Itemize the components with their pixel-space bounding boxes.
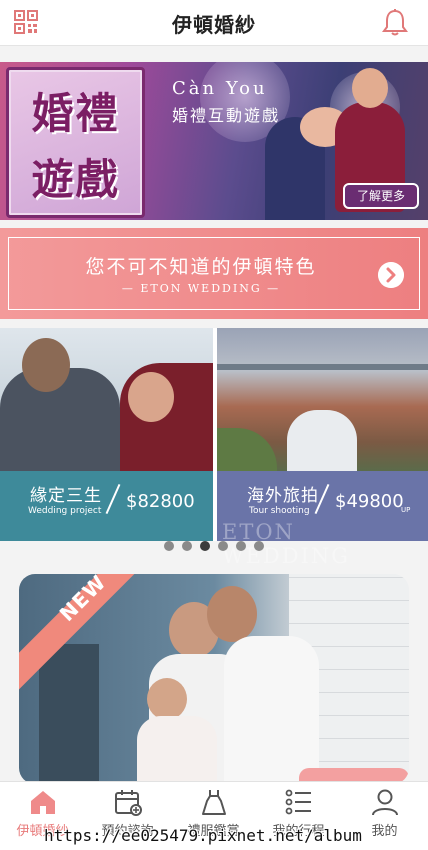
app-screen: 伊頓婚紗 婚禮 遊戲 Càn You 婚禮互動遊戲 了解更多 您不可不知道的伊頓… [0,0,428,850]
price-suffix: UP [401,506,411,514]
top-header: 伊頓婚紗 [0,0,428,46]
hero-subtitle: 婚禮互動遊戲 [172,106,281,125]
feature-banner[interactable]: 您不可不知道的伊頓特色 — ETON WEDDING — [0,228,428,319]
plan-card-wedding[interactable]: 緣定三生 Wedding project $82800 [0,328,213,541]
feature-title: 您不可不知道的伊頓特色 [85,256,317,278]
horizon-hills [217,364,428,370]
hero-box-line1: 婚禮 [31,89,120,138]
carousel-dot[interactable] [182,541,192,551]
home-icon [31,791,55,814]
plan-subtitle: Tour shooting [249,506,310,516]
child-figure [137,716,217,784]
feature-subtitle: — ETON WEDDING — [121,282,281,295]
groom-face [22,338,70,392]
chevron-right-icon[interactable] [378,262,404,288]
plan-price: $49800 [335,491,404,512]
couple-veil [287,410,357,471]
carousel-dot[interactable] [164,541,174,551]
calendar-add-icon [115,790,142,816]
child-face [147,678,187,720]
wedding-photo [0,328,213,471]
chair-silhouette [39,644,99,784]
tour-photo [217,328,428,471]
bride-face [128,372,174,422]
dress-icon [202,790,226,815]
hero-box-line2: 遊戲 [31,155,120,204]
plan-subtitle: Wedding project [28,506,102,516]
plan-card-tour[interactable]: 海外旅拍 Tour shooting $49800 UP [217,328,428,541]
page-title: 伊頓婚紗 [172,13,256,37]
user-icon [372,789,398,816]
album-url-overlay: https://ee025479.pixnet.net/album [44,826,362,845]
carousel-dot[interactable] [254,541,264,551]
father-face [207,586,257,642]
carousel-dot-active[interactable] [200,541,210,551]
plan-caption: 緣定三生 Wedding project $82800 [0,471,213,541]
list-icon [285,789,311,815]
plan-title: 緣定三生 [30,486,102,506]
new-promo-card[interactable]: NEW [19,574,409,784]
bell-icon[interactable] [382,8,408,36]
carousel-dot[interactable] [218,541,228,551]
plan-carousel: 緣定三生 Wedding project $82800 海外旅拍 Tour sh… [0,328,428,568]
learn-more-button[interactable]: 了解更多 [343,183,419,209]
plan-price: $82800 [126,491,195,512]
eton-watermark: ETON WEDDING [222,520,351,568]
caption-divider [105,483,121,515]
wedding-game-box: 婚禮 遊戲 [6,67,145,218]
carousel-dot[interactable] [236,541,246,551]
father-figure [224,636,319,784]
hero-brand: Càn You [172,78,268,99]
tree-foliage [217,428,277,471]
groom-face [352,68,388,108]
plan-title: 海外旅拍 [247,486,319,506]
